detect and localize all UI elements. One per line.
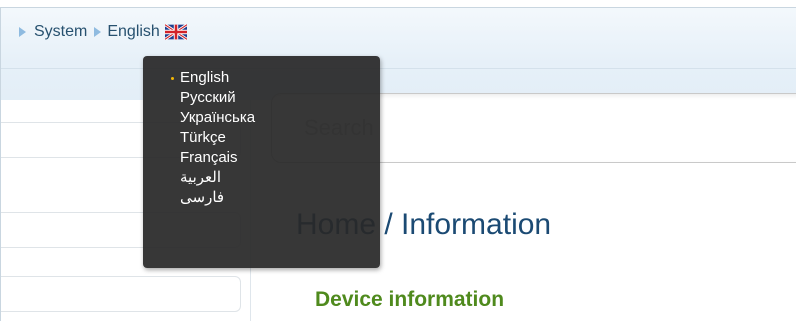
uk-flag-icon[interactable]: [164, 24, 187, 40]
language-option-persian[interactable]: فارسی: [143, 188, 380, 208]
top-bar: System English: [1, 8, 796, 100]
language-dropdown: English Русский Українська Türkçe França…: [143, 56, 380, 268]
breadcrumb-arrow-icon: [19, 27, 26, 37]
top-bar-divider: [1, 68, 796, 69]
language-option-english[interactable]: English: [143, 68, 380, 88]
language-option-arabic[interactable]: العربية: [143, 168, 380, 188]
language-option-french[interactable]: Français: [143, 148, 380, 168]
sidebar-item[interactable]: [1, 276, 241, 312]
breadcrumb-item-system[interactable]: System: [34, 23, 87, 41]
language-option-ukrainian[interactable]: Українська: [143, 108, 380, 128]
language-option-turkish[interactable]: Türkçe: [143, 128, 380, 148]
breadcrumb-item-language[interactable]: English: [107, 23, 159, 41]
breadcrumb: System English: [19, 23, 187, 41]
section-title: Device information: [315, 288, 505, 311]
breadcrumb-arrow-icon: [94, 27, 102, 37]
language-option-russian[interactable]: Русский: [143, 88, 380, 108]
